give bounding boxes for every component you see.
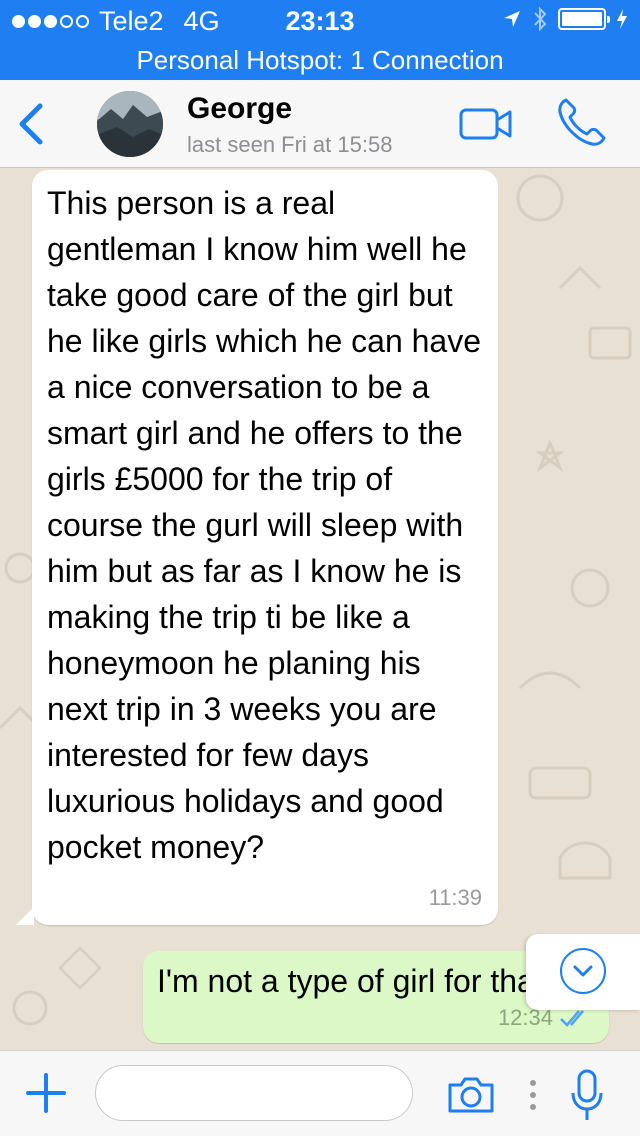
status-bar: Tele2 4G 23:13	[0, 0, 640, 40]
avatar[interactable]	[97, 91, 163, 157]
hotspot-banner[interactable]: Personal Hotspot: 1 Connection	[0, 40, 640, 80]
message-input[interactable]	[95, 1065, 413, 1121]
bluetooth-icon	[534, 6, 547, 32]
location-arrow-icon	[504, 11, 520, 27]
last-seen-status: last seen Fri at 15:58	[187, 132, 393, 157]
camera-icon[interactable]	[446, 1075, 496, 1115]
chat-header: George last seen Fri at 15:58	[0, 80, 640, 168]
incoming-message-bubble[interactable]: This person is a real gentleman I know h…	[16, 170, 498, 925]
message-text: This person is a real gentleman I know h…	[47, 185, 482, 865]
battery-icon	[558, 8, 610, 30]
message-time: 11:39	[428, 885, 482, 910]
message-input-bar	[0, 1050, 640, 1136]
chevron-left-icon[interactable]	[14, 102, 46, 146]
plus-icon[interactable]	[26, 1073, 66, 1113]
phone-icon[interactable]	[556, 96, 608, 148]
chevron-down-icon	[573, 965, 593, 977]
microphone-icon[interactable]	[570, 1069, 604, 1123]
contact-name[interactable]: George	[187, 92, 292, 126]
scroll-to-bottom-button[interactable]	[526, 934, 640, 1010]
double-check-read-icon	[560, 1010, 584, 1027]
message-text: I'm not a type of girl for tha	[157, 963, 535, 999]
chat-area[interactable]: This person is a real gentleman I know h…	[0, 168, 640, 1050]
video-camera-icon[interactable]	[458, 104, 514, 144]
more-dots-icon	[530, 1080, 536, 1110]
status-right	[502, 6, 628, 32]
charging-bolt-icon	[617, 9, 627, 29]
